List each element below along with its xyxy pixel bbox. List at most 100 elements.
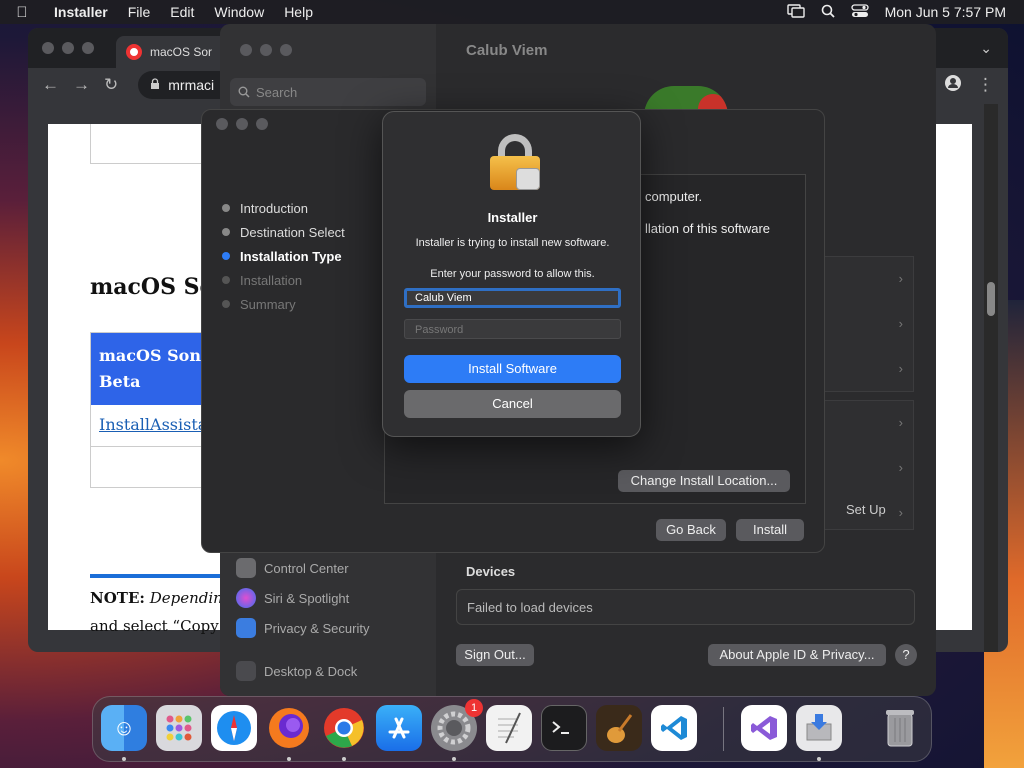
browser-tab-title: macOS Sor [150,45,213,59]
sidebar-item-label: Desktop & Dock [264,663,358,679]
menu-edit[interactable]: Edit [160,4,204,20]
settings-minimize-button[interactable] [260,44,272,56]
forward-arrow-icon[interactable]: → [73,75,90,95]
search-placeholder: Search [256,84,298,100]
devices-heading: Devices [466,564,516,579]
vscode-icon[interactable] [651,705,697,751]
change-install-location-button[interactable]: Change Install Location... [618,470,790,492]
control-center-icon[interactable] [850,3,869,21]
page-scrollbar[interactable] [984,104,998,652]
menu-app-name[interactable]: Installer [44,4,118,20]
installer-minimize-button[interactable] [236,118,248,130]
sidebar-item-control-center[interactable]: Control Center [236,558,349,578]
chevron-right-icon[interactable]: › [899,460,903,475]
installer-pane-text: computer. [645,189,703,204]
settings-zoom-button[interactable] [280,44,292,56]
screen-mirroring-icon[interactable] [786,3,805,21]
menu-window[interactable]: Window [204,4,274,20]
password-field[interactable]: Password [404,319,621,339]
go-back-button[interactable]: Go Back [656,519,726,541]
finder-icon[interactable]: ☺ [101,705,147,751]
help-button[interactable]: ? [895,644,917,666]
scrollbar-thumb[interactable] [987,282,995,316]
tab-search-chevron-icon[interactable]: ⌄ [980,40,1008,57]
about-apple-id-button[interactable]: About Apple ID & Privacy... [708,644,886,666]
step-summary: Summary [222,292,345,316]
browser-menu-icon[interactable]: ⋮ [977,75,994,96]
launchpad-icon[interactable] [156,705,202,751]
settings-close-button[interactable] [240,44,252,56]
control-center-icon [236,558,256,578]
profile-icon[interactable] [945,74,961,96]
cancel-button[interactable]: Cancel [404,390,621,418]
siri-icon [236,588,256,608]
search-icon [238,86,250,98]
sidebar-item-desktop-dock[interactable]: Desktop & Dock [236,661,357,681]
install-button[interactable]: Install [736,519,804,541]
settings-search-input[interactable]: Search [230,78,426,106]
note-label: NOTE: [90,589,145,607]
running-indicator [452,757,456,761]
close-window-button[interactable] [42,42,54,54]
chrome-icon[interactable] [321,705,367,751]
chevron-right-icon[interactable]: › [899,271,903,286]
installer-steps: Introduction Destination Select Installa… [222,196,345,316]
visual-studio-icon[interactable] [741,705,787,751]
chevron-right-icon[interactable]: › [899,415,903,430]
trash-icon[interactable] [877,705,923,751]
dock-separator [723,707,724,751]
menu-bar:  Installer File Edit Window Help Mon Ju… [0,0,1024,24]
reload-icon[interactable]: ↻ [104,75,118,95]
system-settings-icon[interactable]: 1 [431,699,483,751]
username-field[interactable]: Calub Viem [404,288,621,308]
sidebar-item-siri-spotlight[interactable]: Siri & Spotlight [236,588,349,608]
dialog-prompt: Enter your password to allow this. [430,268,595,280]
sign-out-button[interactable]: Sign Out... [456,644,534,666]
spotlight-search-icon[interactable] [821,4,835,21]
page-heading: macOS So [90,274,215,300]
menu-help[interactable]: Help [274,4,323,20]
note-paragraph: NOTE: Dependin and select “Copy [90,584,240,640]
devices-status: Failed to load devices [456,589,915,625]
address-text: mrmaci [168,77,215,93]
app-store-icon[interactable] [376,705,422,751]
menu-file[interactable]: File [118,4,161,20]
back-arrow-icon[interactable]: ← [42,75,59,95]
installer-zoom-button[interactable] [256,118,268,130]
chevron-right-icon[interactable]: › [899,316,903,331]
installer-icon[interactable] [796,705,842,751]
safari-icon[interactable] [211,705,257,751]
zoom-window-button[interactable] [82,42,94,54]
note-divider [90,574,230,578]
browser-traffic-lights [28,42,94,54]
chevron-right-icon[interactable]: › [899,361,903,376]
set-up-link[interactable]: Set Up [846,502,886,517]
install-software-button[interactable]: Install Software [404,355,621,383]
menu-clock[interactable]: Mon Jun 5 7:57 PM [885,4,1006,20]
sidebar-item-privacy-security[interactable]: Privacy & Security [236,618,369,638]
sidebar-item-label: Siri & Spotlight [264,590,350,606]
apple-menu-icon[interactable]:  [0,4,44,21]
garageband-icon[interactable] [596,705,642,751]
settings-traffic-lights [226,44,292,56]
minimize-window-button[interactable] [62,42,74,54]
dialog-message: Installer is trying to install new softw… [415,237,610,249]
installer-pane-text: llation of this software [645,221,771,236]
step-destination-select: Destination Select [222,220,345,244]
running-indicator [287,757,291,761]
desktop-dock-icon [236,661,256,681]
lock-icon [150,77,160,93]
step-installation-type: Installation Type [222,244,345,268]
textedit-icon[interactable] [486,705,532,751]
dock: ☺ 1 [92,696,932,762]
terminal-icon[interactable] [541,705,587,751]
chevron-right-icon[interactable]: › [899,505,903,520]
installer-close-button[interactable] [216,118,228,130]
settings-page-title: Calub Viem [466,42,548,59]
note-italic-text: Dependin [149,589,223,607]
account-options-list: › › › [824,256,914,392]
auth-dialog: Installer Installer is trying to install… [382,111,641,437]
firefox-icon[interactable] [266,705,312,751]
site-favicon-icon [126,44,142,60]
notification-badge: 1 [465,699,483,717]
